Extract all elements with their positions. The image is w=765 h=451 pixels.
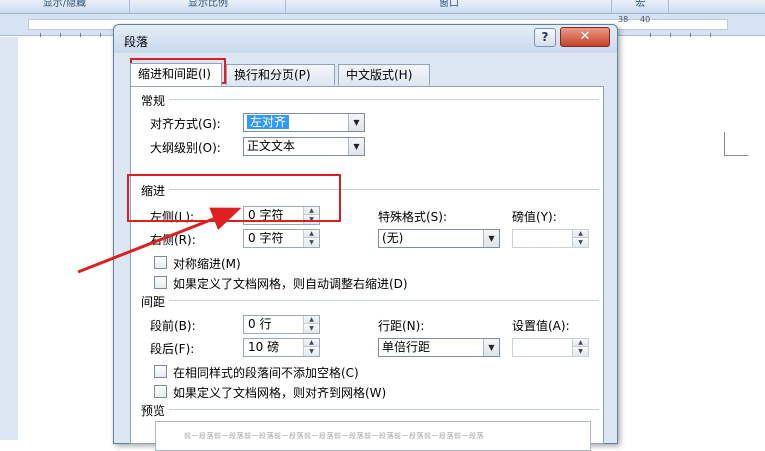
annotation-arrow-icon [77,207,242,274]
tab-indents-spacing[interactable]: 缩进和间距(I) [130,63,222,86]
